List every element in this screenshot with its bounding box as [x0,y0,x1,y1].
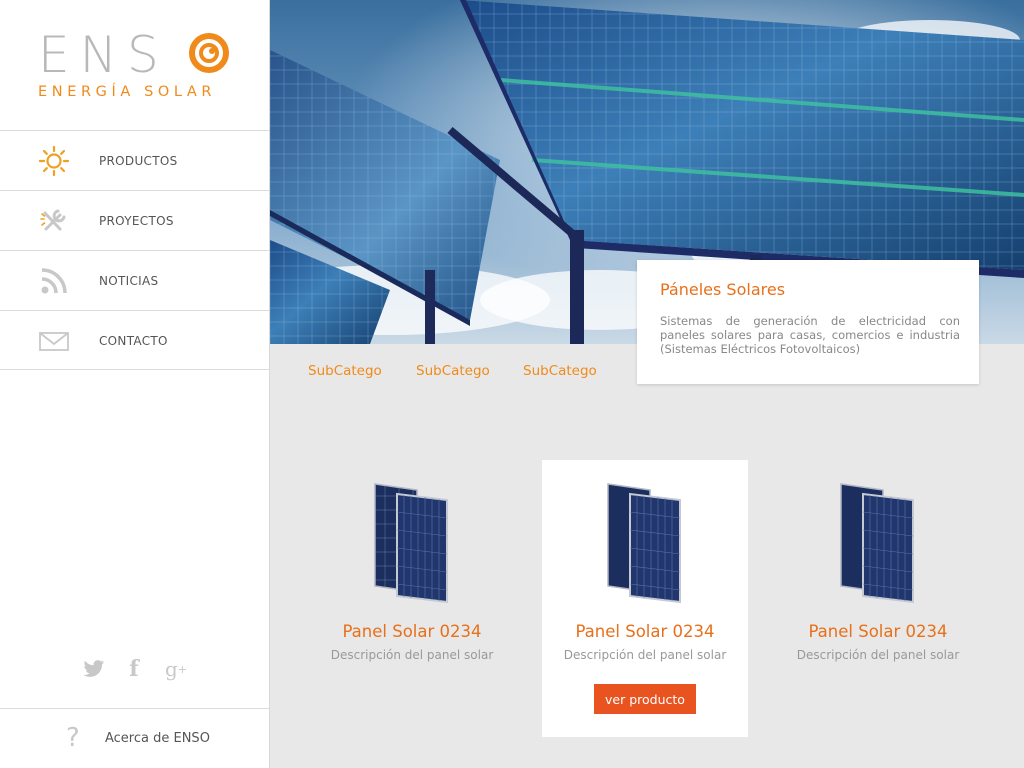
product-description: Descripción del panel solar [330,648,494,662]
tools-icon [40,209,66,231]
nav-item-proyectos[interactable]: PROYECTOS [0,190,269,250]
logo-ring-icon [189,33,229,73]
nav-label: PROYECTOS [99,214,174,228]
view-product-button[interactable]: ver producto [594,684,696,714]
rss-icon [41,268,67,294]
question-icon: ? [66,723,80,753]
social-links: f g + [80,655,200,685]
nav-label: NOTICIAS [99,274,159,288]
twitter-icon[interactable] [82,655,106,683]
product-card[interactable]: Panel Solar 0234 Descripción del panel s… [309,460,515,737]
nav-label: PRODUCTOS [99,154,178,168]
about-link[interactable]: ? Acerca de ENSO [0,708,269,768]
category-title: Páneles Solares [660,280,786,299]
logo-tagline: ENERGÍA SOLAR [38,84,217,100]
category-info-card: Páneles Solares Sistemas de generación d… [637,260,979,384]
product-name: Panel Solar 0234 [342,622,482,641]
enso-logo[interactable]: ENS ENERGÍA SOLAR [38,30,238,105]
product-name: Panel Solar 0234 [808,622,948,641]
category-description: Sistemas de generación de electricidad c… [660,314,960,356]
main-nav: PRODUCTOS PROYECTOS NOTICIAS CONTACTO [0,130,269,370]
product-card-active[interactable]: Panel Solar 0234 Descripción del panel s… [542,460,748,737]
nav-item-productos[interactable]: PRODUCTOS [0,130,269,190]
solar-panel-image [607,483,681,604]
facebook-icon[interactable]: f [122,655,146,683]
subcategory-link[interactable]: SubCatego [523,363,597,379]
google-plus-icon[interactable]: g + [164,655,188,683]
mail-icon [39,332,69,351]
product-description: Descripción del panel solar [796,648,960,662]
nav-item-contacto[interactable]: CONTACTO [0,310,269,370]
sun-icon [38,145,70,177]
subcategory-link[interactable]: SubCatego [308,363,382,379]
sidebar: ENS ENERGÍA SOLAR PRODUCTOS PROYECTOS NO… [0,0,270,768]
solar-panel-image [840,483,914,604]
product-name: Panel Solar 0234 [575,622,715,641]
about-label: Acerca de ENSO [105,731,210,746]
solar-panel-image [374,483,448,604]
product-card[interactable]: Panel Solar 0234 Descripción del panel s… [775,460,981,737]
logo-word: ENS [38,26,169,84]
nav-item-noticias[interactable]: NOTICIAS [0,250,269,310]
subcategory-link[interactable]: SubCatego [416,363,490,379]
nav-label: CONTACTO [99,334,168,348]
product-description: Descripción del panel solar [563,648,727,662]
